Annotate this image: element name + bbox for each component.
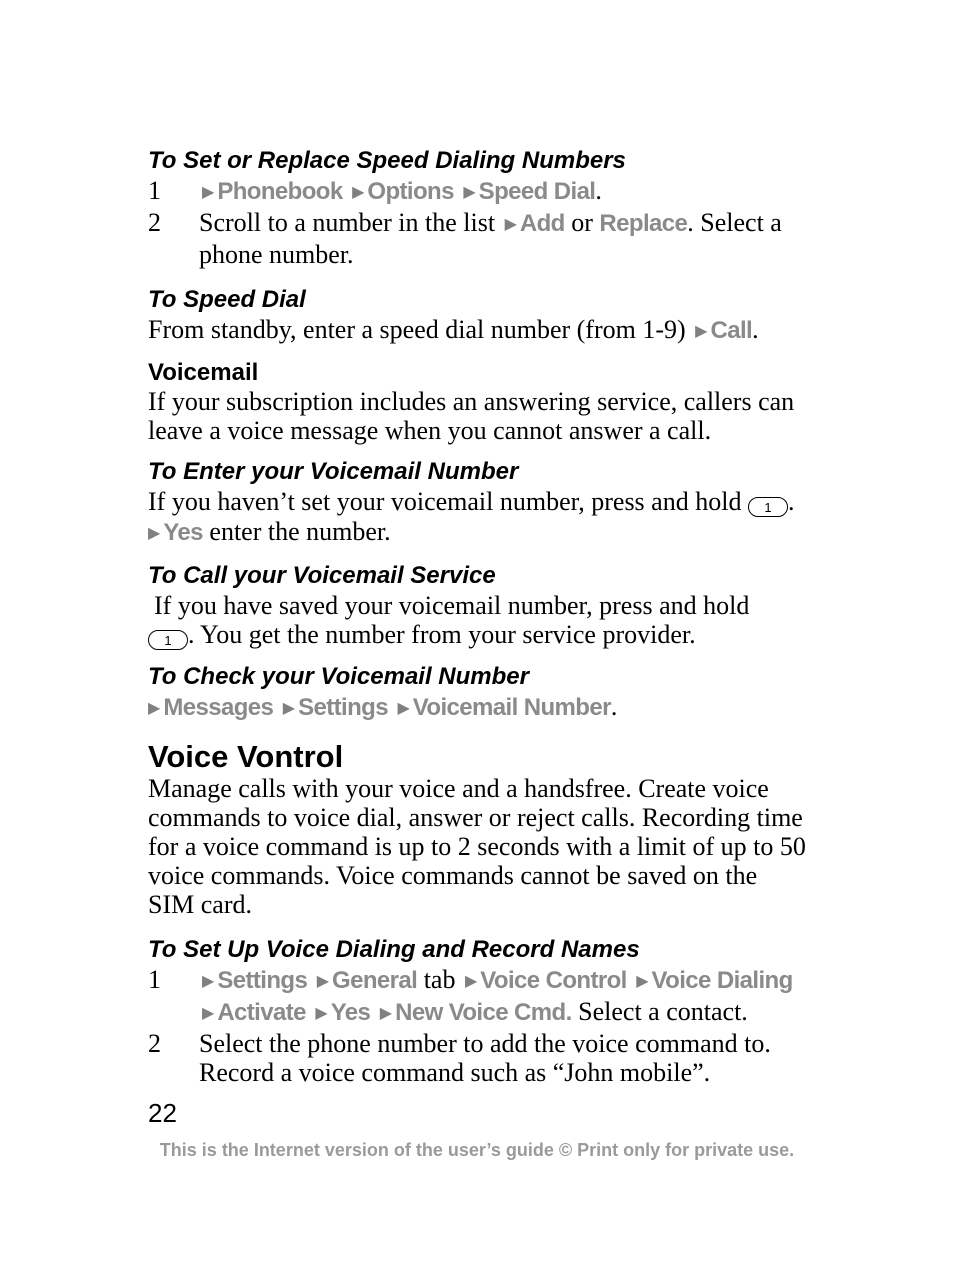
menu-general: General <box>332 967 418 994</box>
check-voicemail-text: ▶ Messages ▶ Settings ▶ Voicemail Number. <box>148 692 618 721</box>
menu-yes: Yes <box>163 519 203 546</box>
menu-phonebook: Phonebook <box>217 178 343 205</box>
menu-options: Options <box>367 178 454 205</box>
heading-speed-dial: To Speed Dial <box>148 286 306 313</box>
arrow-icon: ▶ <box>202 182 215 201</box>
voicemail-text: If your subscription includes an answeri… <box>148 387 795 445</box>
key-1-icon: 1 <box>148 630 188 650</box>
menu-settings: Settings <box>298 694 388 721</box>
page-number: 22 <box>148 1098 177 1128</box>
arrow-icon: ▶ <box>464 971 478 990</box>
heading-voice-control: Voice Vontrol <box>148 739 344 774</box>
call-voicemail-text: If you have saved your voicemail number,… <box>148 591 808 650</box>
step-2: 2 Scroll to a number in the list ▶ Add or… <box>148 208 782 269</box>
arrow-icon: ▶ <box>379 1003 393 1022</box>
arrow-icon: ▶ <box>352 182 365 201</box>
menu-add: Add <box>519 210 565 237</box>
arrow-icon: ▶ <box>463 182 476 201</box>
arrow-icon: ▶ <box>636 971 649 990</box>
voice-control-text: Manage calls with your voice and a hands… <box>148 774 806 919</box>
menu-voice-control: Voice Control <box>480 967 627 994</box>
step-2: 2 Select the phone number to add the voi… <box>148 1029 771 1087</box>
heading-setup-voice-dialing: To Set Up Voice Dialing and Record Names <box>148 936 640 963</box>
footer-notice: This is the Internet version of the user… <box>159 1140 795 1160</box>
arrow-icon: ▶ <box>202 971 215 990</box>
arrow-icon: ▶ <box>316 971 330 990</box>
menu-yes: Yes <box>330 999 371 1026</box>
heading-call-voicemail: To Call your Voicemail Service <box>148 562 496 589</box>
menu-messages: Messages <box>163 694 274 721</box>
heading-set-speed-dial: To Set or Replace Speed Dialing Numbers <box>148 147 626 174</box>
speed-dial-text: From standby, enter a speed dial number … <box>148 315 759 344</box>
menu-voice-dialing: Voice Dialing <box>651 967 794 994</box>
heading-enter-voicemail: To Enter your Voicemail Number <box>148 458 519 485</box>
step-1: 1 ▶ Phonebook ▶ Options ▶ Speed Dial. <box>148 176 602 205</box>
manual-page: To Set or Replace Speed Dialing Numbers … <box>148 146 808 1087</box>
menu-activate: Activate <box>217 999 306 1026</box>
menu-replace: Replace <box>599 210 688 237</box>
step-1: 1 ▶ Settings ▶ General tab ▶ Voice Control … <box>148 965 794 1026</box>
menu-call: Call <box>710 317 753 344</box>
heading-check-voicemail: To Check your Voicemail Number <box>148 663 529 690</box>
menu-voicemail-number: Voicemail Number <box>412 694 612 721</box>
menu-new-voice-cmd: New Voice Cmd. <box>395 999 572 1026</box>
heading-voicemail: Voicemail <box>148 359 259 386</box>
arrow-icon: ▶ <box>282 698 296 717</box>
arrow-icon: ▶ <box>148 523 161 542</box>
arrow-icon: ▶ <box>504 214 517 233</box>
enter-voicemail-text: If you haven’t set your voicemail number… <box>148 487 795 546</box>
menu-speed-dial: Speed Dial <box>478 178 596 205</box>
arrow-icon: ▶ <box>202 1003 215 1022</box>
arrow-icon: ▶ <box>315 1003 328 1022</box>
arrow-icon: ▶ <box>695 321 708 340</box>
menu-settings: Settings <box>217 967 308 994</box>
key-1-icon: 1 <box>747 497 788 517</box>
arrow-icon: ▶ <box>148 698 161 717</box>
arrow-icon: ▶ <box>397 698 410 717</box>
